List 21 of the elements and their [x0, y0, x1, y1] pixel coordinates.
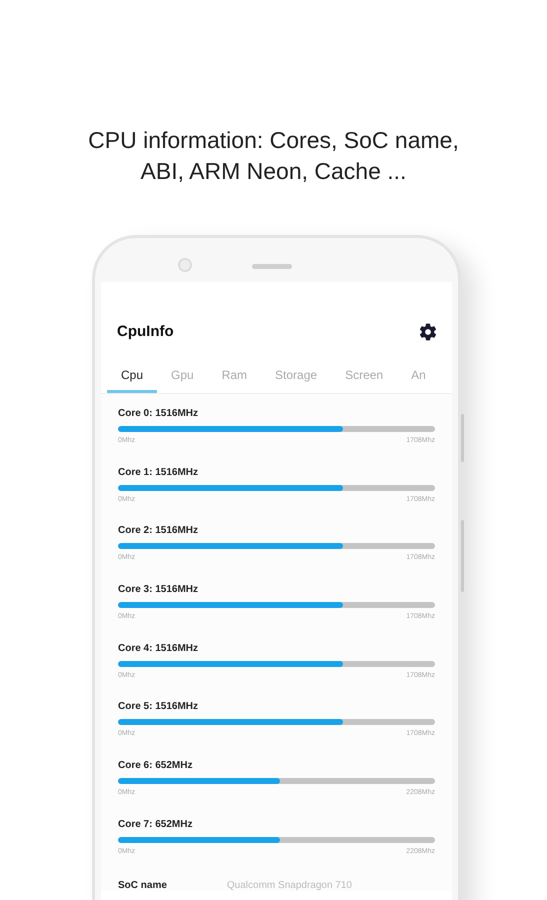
caption-line: CPU information: Cores, SoC name, [87, 126, 460, 155]
info-label: SoC name [118, 880, 167, 890]
core-label: Core 4: 1516MHz [118, 642, 200, 656]
core-label: Core 0: 1516MHz [118, 407, 200, 421]
core-label: Core 6: 652MHz [118, 759, 194, 774]
core-label: Core 3: 1516MHz [118, 583, 200, 598]
tab[interactable]: Ram [208, 360, 262, 393]
core-label: Core 1: 1516MHz [118, 466, 200, 480]
core-label: Core 2: 1516MHz [118, 524, 200, 538]
tab[interactable]: Gpu [157, 360, 208, 393]
core-label: Core 5: 1516MHz [118, 700, 200, 714]
app-title: CpuInfo [117, 322, 174, 342]
settings-icon[interactable] [418, 322, 438, 342]
core-label: Core 7: 652MHz [118, 818, 194, 832]
speaker-grille [252, 264, 292, 269]
tab[interactable]: Screen [331, 360, 398, 393]
caption-line: ABI, ARM Neon, Cache ... [140, 157, 408, 186]
info-value: Qualcomm Snapdragon 710 [226, 880, 352, 890]
tab[interactable]: Storage [261, 360, 332, 393]
tab[interactable]: An [397, 360, 440, 393]
camera-icon [178, 258, 192, 272]
